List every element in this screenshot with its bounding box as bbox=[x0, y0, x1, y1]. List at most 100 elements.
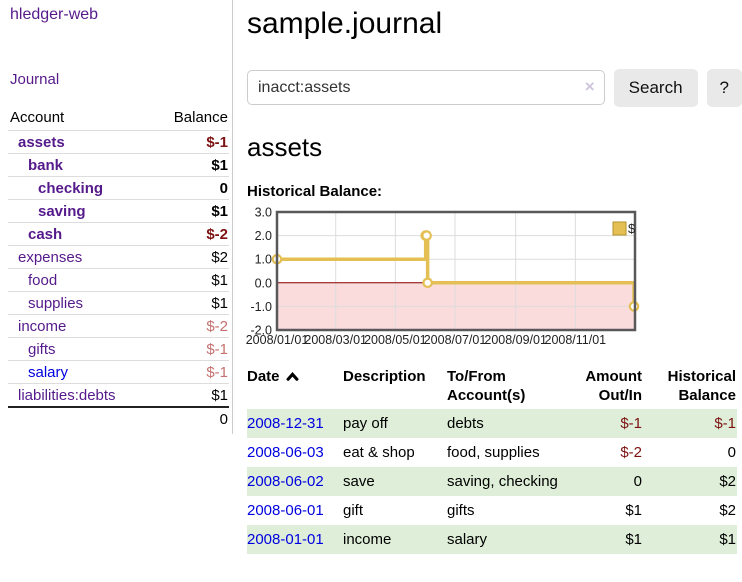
page-title: sample.journal bbox=[247, 7, 742, 42]
transaction-accounts: gifts bbox=[447, 496, 565, 525]
transaction-date-link[interactable]: 2008-01-01 bbox=[247, 531, 324, 548]
app-brand-link[interactable]: hledger-web bbox=[10, 6, 98, 24]
account-balance: $2 bbox=[152, 246, 229, 269]
search-input[interactable] bbox=[247, 70, 605, 105]
account-row: gifts $-1 bbox=[8, 338, 229, 361]
transaction-date-link[interactable]: 2008-06-03 bbox=[247, 444, 324, 461]
transaction-date-link[interactable]: 2008-06-01 bbox=[247, 502, 324, 519]
help-button[interactable]: ? bbox=[707, 69, 742, 107]
transaction-amount: $-2 bbox=[565, 438, 643, 467]
account-row: supplies $1 bbox=[8, 292, 229, 315]
account-row: liabilities:debts $1 bbox=[8, 384, 229, 408]
accounts-total-balance: 0 bbox=[152, 407, 229, 430]
account-balance: $1 bbox=[152, 200, 229, 223]
register-table: Date Description To/FromAccount(s) Amoun… bbox=[247, 364, 737, 554]
transaction-accounts: debts bbox=[447, 409, 565, 438]
svg-text:2008/09/01: 2008/09/01 bbox=[484, 333, 547, 347]
account-row: assets $-1 bbox=[8, 131, 229, 154]
account-balance: $-2 bbox=[152, 223, 229, 246]
transaction-amount: $1 bbox=[565, 496, 643, 525]
svg-text:2008/11/01: 2008/11/01 bbox=[545, 333, 607, 347]
account-link-bank[interactable]: bank bbox=[28, 157, 63, 174]
sort-ascending-icon bbox=[286, 368, 299, 388]
account-balance: $1 bbox=[152, 384, 229, 408]
svg-text:2008/05/01: 2008/05/01 bbox=[364, 333, 427, 347]
account-link-saving[interactable]: saving bbox=[38, 203, 86, 220]
svg-text:2008/01/01: 2008/01/01 bbox=[246, 333, 309, 347]
search-form: × Search ? bbox=[247, 69, 742, 107]
transaction-description: income bbox=[343, 525, 447, 554]
transaction-description: save bbox=[343, 467, 447, 496]
account-balance: 0 bbox=[152, 177, 229, 200]
svg-text:2.0: 2.0 bbox=[255, 229, 272, 243]
register-header-balance: HistoricalBalance bbox=[643, 364, 737, 409]
search-button[interactable]: Search bbox=[614, 69, 698, 107]
svg-text:1.0: 1.0 bbox=[255, 252, 272, 266]
account-link-gifts[interactable]: gifts bbox=[28, 341, 56, 358]
transaction-accounts: saving, checking bbox=[447, 467, 565, 496]
account-link-expenses[interactable]: expenses bbox=[18, 249, 82, 266]
transaction-balance: $1 bbox=[643, 525, 737, 554]
account-link-cash[interactable]: cash bbox=[28, 226, 62, 243]
clear-search-icon[interactable]: × bbox=[585, 77, 595, 97]
transaction-description: gift bbox=[343, 496, 447, 525]
register-row: 2008-06-03 eat & shop food, supplies $-2… bbox=[247, 438, 737, 467]
transaction-date-link[interactable]: 2008-06-02 bbox=[247, 473, 324, 490]
account-link-salary[interactable]: salary bbox=[28, 364, 68, 381]
svg-text:$: $ bbox=[628, 221, 636, 236]
transaction-amount: $1 bbox=[565, 525, 643, 554]
transaction-description: eat & shop bbox=[343, 438, 447, 467]
accounts-header-account: Account bbox=[8, 106, 152, 131]
account-balance: $1 bbox=[152, 269, 229, 292]
account-row: cash $-2 bbox=[8, 223, 229, 246]
account-row: food $1 bbox=[8, 269, 229, 292]
account-balance: $-2 bbox=[152, 315, 229, 338]
nav-journal-link[interactable]: Journal bbox=[10, 71, 59, 88]
account-row: salary $-1 bbox=[8, 361, 229, 384]
accounts-total-row: 0 bbox=[8, 407, 229, 430]
account-row: checking 0 bbox=[8, 177, 229, 200]
register-header-tofrom: To/FromAccount(s) bbox=[447, 364, 565, 409]
register-header-date[interactable]: Date bbox=[247, 364, 343, 409]
transaction-date-link[interactable]: 2008-12-31 bbox=[247, 415, 324, 432]
account-balance: $-1 bbox=[152, 338, 229, 361]
account-balance: $-1 bbox=[152, 361, 229, 384]
register-header-row: Date Description To/FromAccount(s) Amoun… bbox=[247, 364, 737, 409]
transaction-balance: $2 bbox=[643, 496, 737, 525]
svg-text:2008/03/01: 2008/03/01 bbox=[304, 333, 367, 347]
account-row: bank $1 bbox=[8, 154, 229, 177]
account-link-supplies[interactable]: supplies bbox=[28, 295, 83, 312]
account-link-food[interactable]: food bbox=[28, 272, 57, 289]
register-row: 2008-06-01 gift gifts $1 $2 bbox=[247, 496, 737, 525]
account-link-assets[interactable]: assets bbox=[18, 134, 65, 151]
register-row: 2008-06-02 save saving, checking 0 $2 bbox=[247, 467, 737, 496]
transaction-accounts: salary bbox=[447, 525, 565, 554]
account-link-income[interactable]: income bbox=[18, 318, 66, 335]
sidebar: hledger-web Journal Account Balance asse… bbox=[0, 0, 233, 434]
transaction-description: pay off bbox=[343, 409, 447, 438]
main-panel: sample.journal × Search ? assets Histori… bbox=[247, 0, 742, 554]
account-row: expenses $2 bbox=[8, 246, 229, 269]
account-row: income $-2 bbox=[8, 315, 229, 338]
account-balance: $1 bbox=[152, 154, 229, 177]
transaction-accounts: food, supplies bbox=[447, 438, 565, 467]
svg-text:0.0: 0.0 bbox=[255, 276, 272, 290]
transaction-balance: 0 bbox=[643, 438, 737, 467]
chart-heading: Historical Balance: bbox=[247, 183, 742, 200]
transaction-balance: $2 bbox=[643, 467, 737, 496]
register-header-amount: AmountOut/In bbox=[565, 364, 643, 409]
account-row: saving $1 bbox=[8, 200, 229, 223]
register-row: 2008-12-31 pay off debts $-1 $-1 bbox=[247, 409, 737, 438]
historical-balance-chart: $3.02.01.00.0-1.0-2.02008/01/012008/03/0… bbox=[247, 206, 649, 350]
account-link-checking[interactable]: checking bbox=[38, 180, 103, 197]
accounts-header-balance: Balance bbox=[152, 106, 229, 131]
account-heading: assets bbox=[247, 132, 742, 163]
register-header-description: Description bbox=[343, 364, 447, 409]
accounts-table: Account Balance assets $-1 bank $1 check… bbox=[8, 106, 229, 430]
register-row: 2008-01-01 income salary $1 $1 bbox=[247, 525, 737, 554]
account-link-liabilities-debts[interactable]: liabilities:debts bbox=[18, 387, 116, 404]
account-balance: $-1 bbox=[152, 131, 229, 154]
svg-text:-1.0: -1.0 bbox=[250, 299, 272, 313]
transaction-balance: $-1 bbox=[643, 409, 737, 438]
svg-text:3.0: 3.0 bbox=[255, 205, 272, 219]
